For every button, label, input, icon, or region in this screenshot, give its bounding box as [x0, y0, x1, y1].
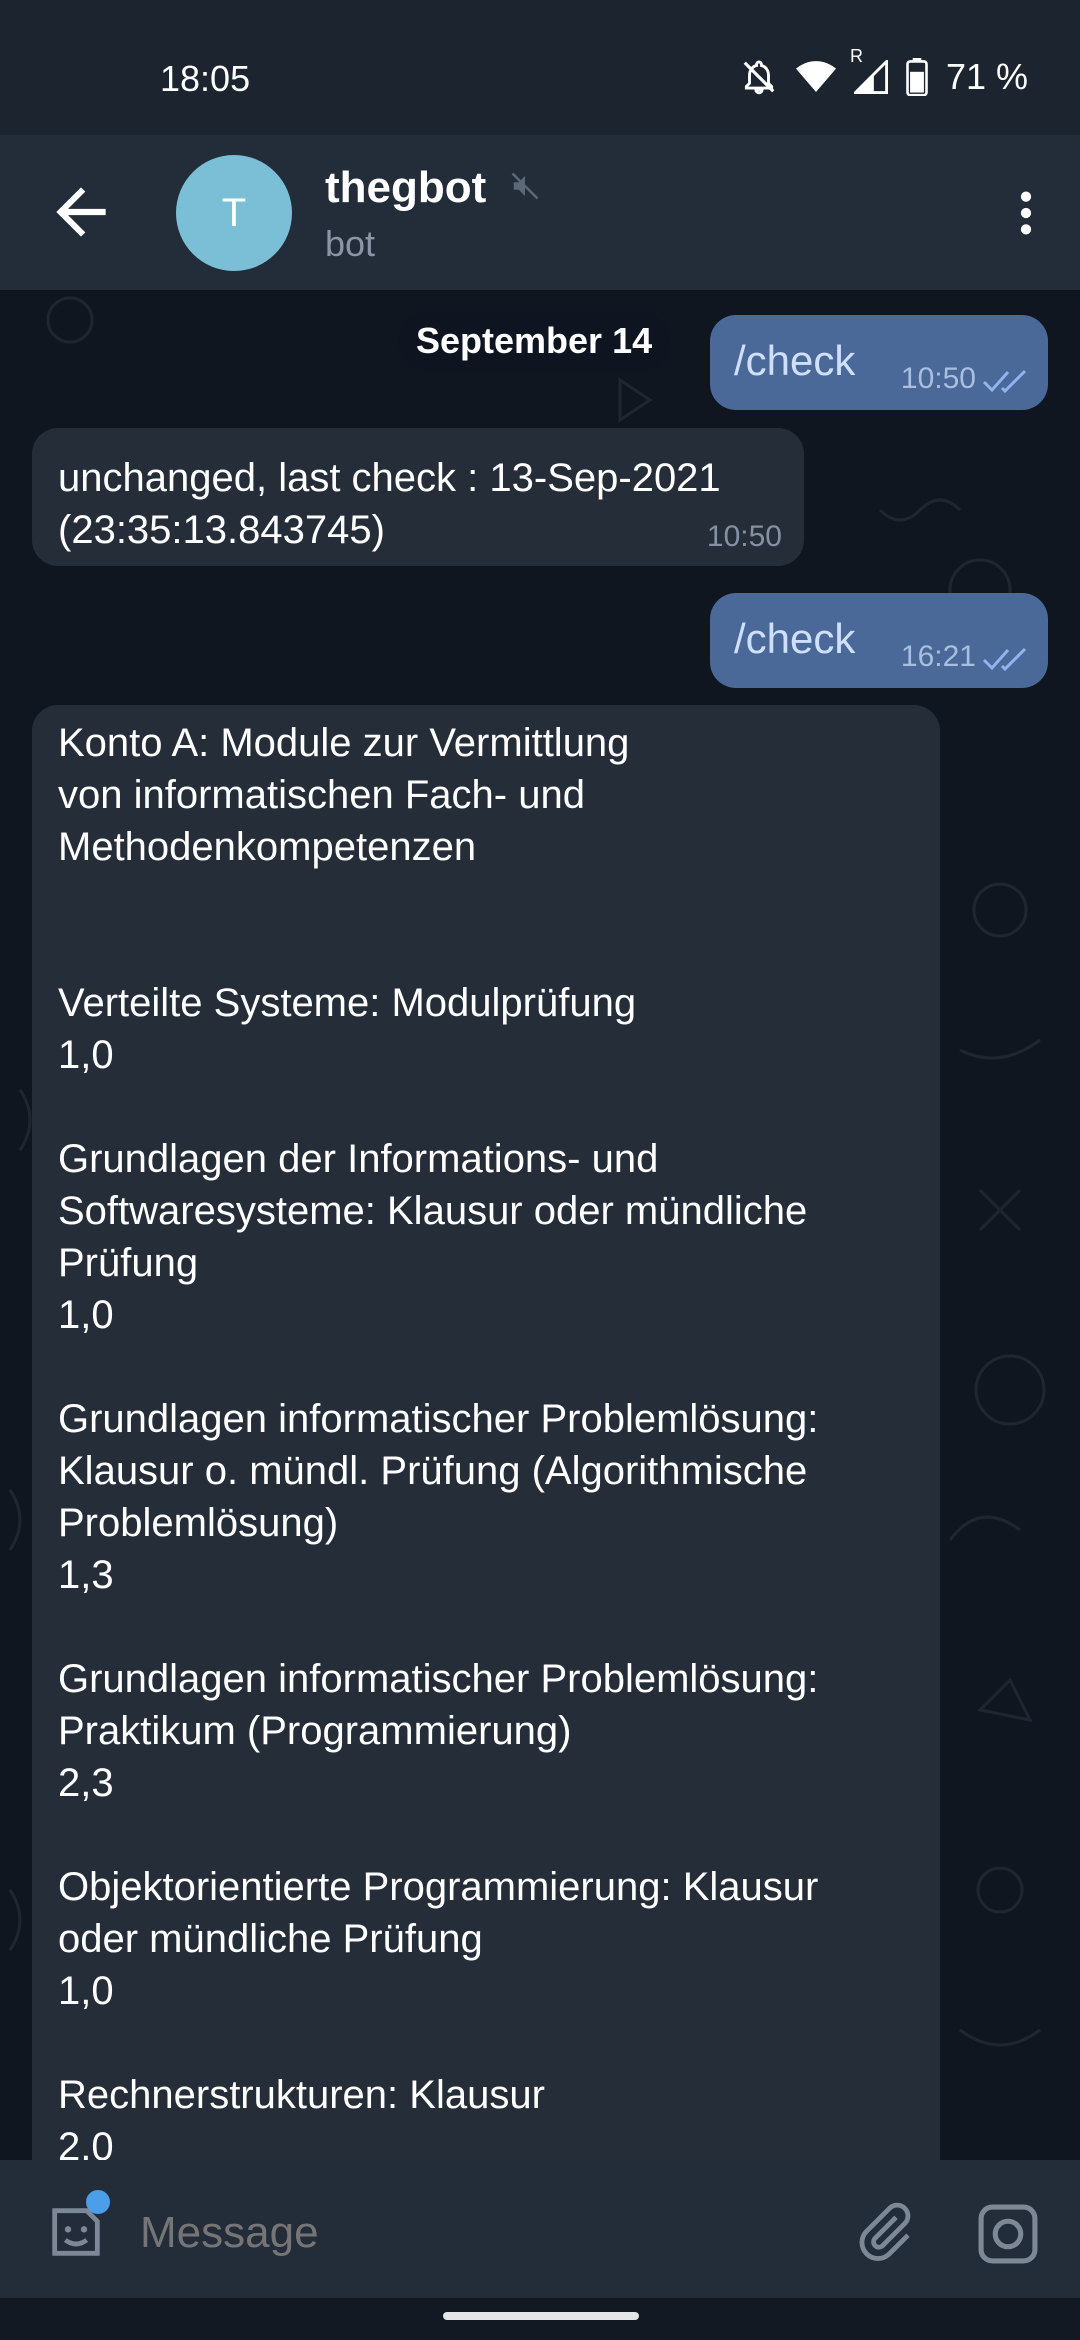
message-line: Methodenkompetenzen: [58, 825, 477, 869]
incoming-message[interactable]: Konto A: Module zur Vermittlung von info…: [32, 705, 940, 2160]
avatar-letter: T: [221, 190, 247, 235]
chat-messages[interactable]: September 14 /check 10:50 unchanged, las…: [0, 290, 1080, 2160]
message-line: Objektorientierte Programmierung: Klausu…: [58, 1865, 819, 1909]
read-receipt-icon: [982, 647, 1027, 672]
roaming-indicator: R: [849, 46, 863, 66]
message-text: /check: [734, 615, 856, 662]
message-line: Grundlagen informatischer Problemlösung:: [58, 1397, 819, 1441]
message-line: Softwaresysteme: Klausur oder mündliche: [58, 1189, 808, 1233]
message-line: Rechnerstrukturen: Klausur: [58, 2073, 545, 2117]
message-input[interactable]: [138, 2200, 782, 2266]
message-line: Verteilte Systeme: Modulprüfung: [58, 981, 637, 1025]
cellular-signal-icon: R: [850, 46, 888, 94]
message-line: Grundlagen informatischer Problemlösung:: [58, 1657, 819, 1701]
chat-title[interactable]: thegbot: [325, 163, 486, 213]
message-line: 1,0: [58, 1033, 114, 1077]
message-time: 16:21: [900, 640, 976, 673]
status-icons: R 71 %: [740, 46, 1028, 98]
message-line: Prüfung: [58, 1241, 199, 1285]
message-line: Grundlagen der Informations- und: [58, 1137, 659, 1181]
muted-icon: [510, 171, 540, 206]
battery-icon: [906, 58, 928, 96]
camera-icon: [978, 2204, 1038, 2264]
more-options-button[interactable]: [998, 185, 1054, 241]
message-line: Konto A: Module zur Vermittlung: [58, 721, 630, 765]
outgoing-message[interactable]: /check 16:21: [710, 593, 1048, 688]
message-text: unchanged, last check : 13-Sep-2021 (23:…: [58, 456, 721, 552]
date-separator: September 14: [398, 312, 671, 370]
message-composer: [0, 2160, 1080, 2298]
read-receipt-icon: [982, 369, 1027, 394]
paperclip-icon: [859, 2202, 911, 2261]
chat-header: T thegbot bot: [0, 135, 1080, 290]
message-line: 2,3: [58, 1761, 114, 1805]
message-line: von informatischen Fach- und: [58, 773, 585, 817]
attach-button[interactable]: [852, 2200, 916, 2264]
message-time: 10:50: [706, 520, 782, 553]
message-line: 1,3: [58, 1553, 114, 1597]
message-line: 1,0: [58, 1969, 114, 2013]
more-vertical-icon: [1020, 191, 1032, 235]
message-line: 1,0: [58, 1293, 114, 1337]
message-line: oder mündliche Prüfung: [58, 1917, 483, 1961]
avatar[interactable]: T: [176, 155, 292, 271]
message-line: Problemlösung): [58, 1501, 339, 1545]
outgoing-message[interactable]: /check 10:50: [710, 315, 1048, 410]
message-line: Klausur o. mündl. Prüfung (Algorithmisch…: [58, 1449, 808, 1493]
battery-percentage: 71 %: [945, 56, 1028, 97]
message-time: 10:50: [900, 362, 976, 395]
notifications-off-icon: [740, 58, 778, 96]
camera-button[interactable]: [974, 2200, 1042, 2268]
wifi-icon: [795, 60, 836, 94]
home-gesture-handle[interactable]: [443, 2312, 639, 2320]
chat-subtitle: bot: [325, 223, 376, 264]
back-button[interactable]: [44, 175, 118, 249]
message-text: /check: [734, 337, 856, 384]
status-time: 18:05: [160, 58, 251, 99]
message-line: Praktikum (Programmierung): [58, 1709, 572, 1753]
incoming-message[interactable]: unchanged, last check : 13-Sep-2021 (23:…: [32, 428, 804, 566]
message-line: 2,0: [58, 2125, 114, 2160]
arrow-left-icon: [56, 187, 106, 237]
system-navigation-bar: [0, 2298, 1080, 2340]
status-bar: 18:05 R 71 %: [0, 0, 1080, 135]
new-indicator-dot: [86, 2190, 110, 2214]
